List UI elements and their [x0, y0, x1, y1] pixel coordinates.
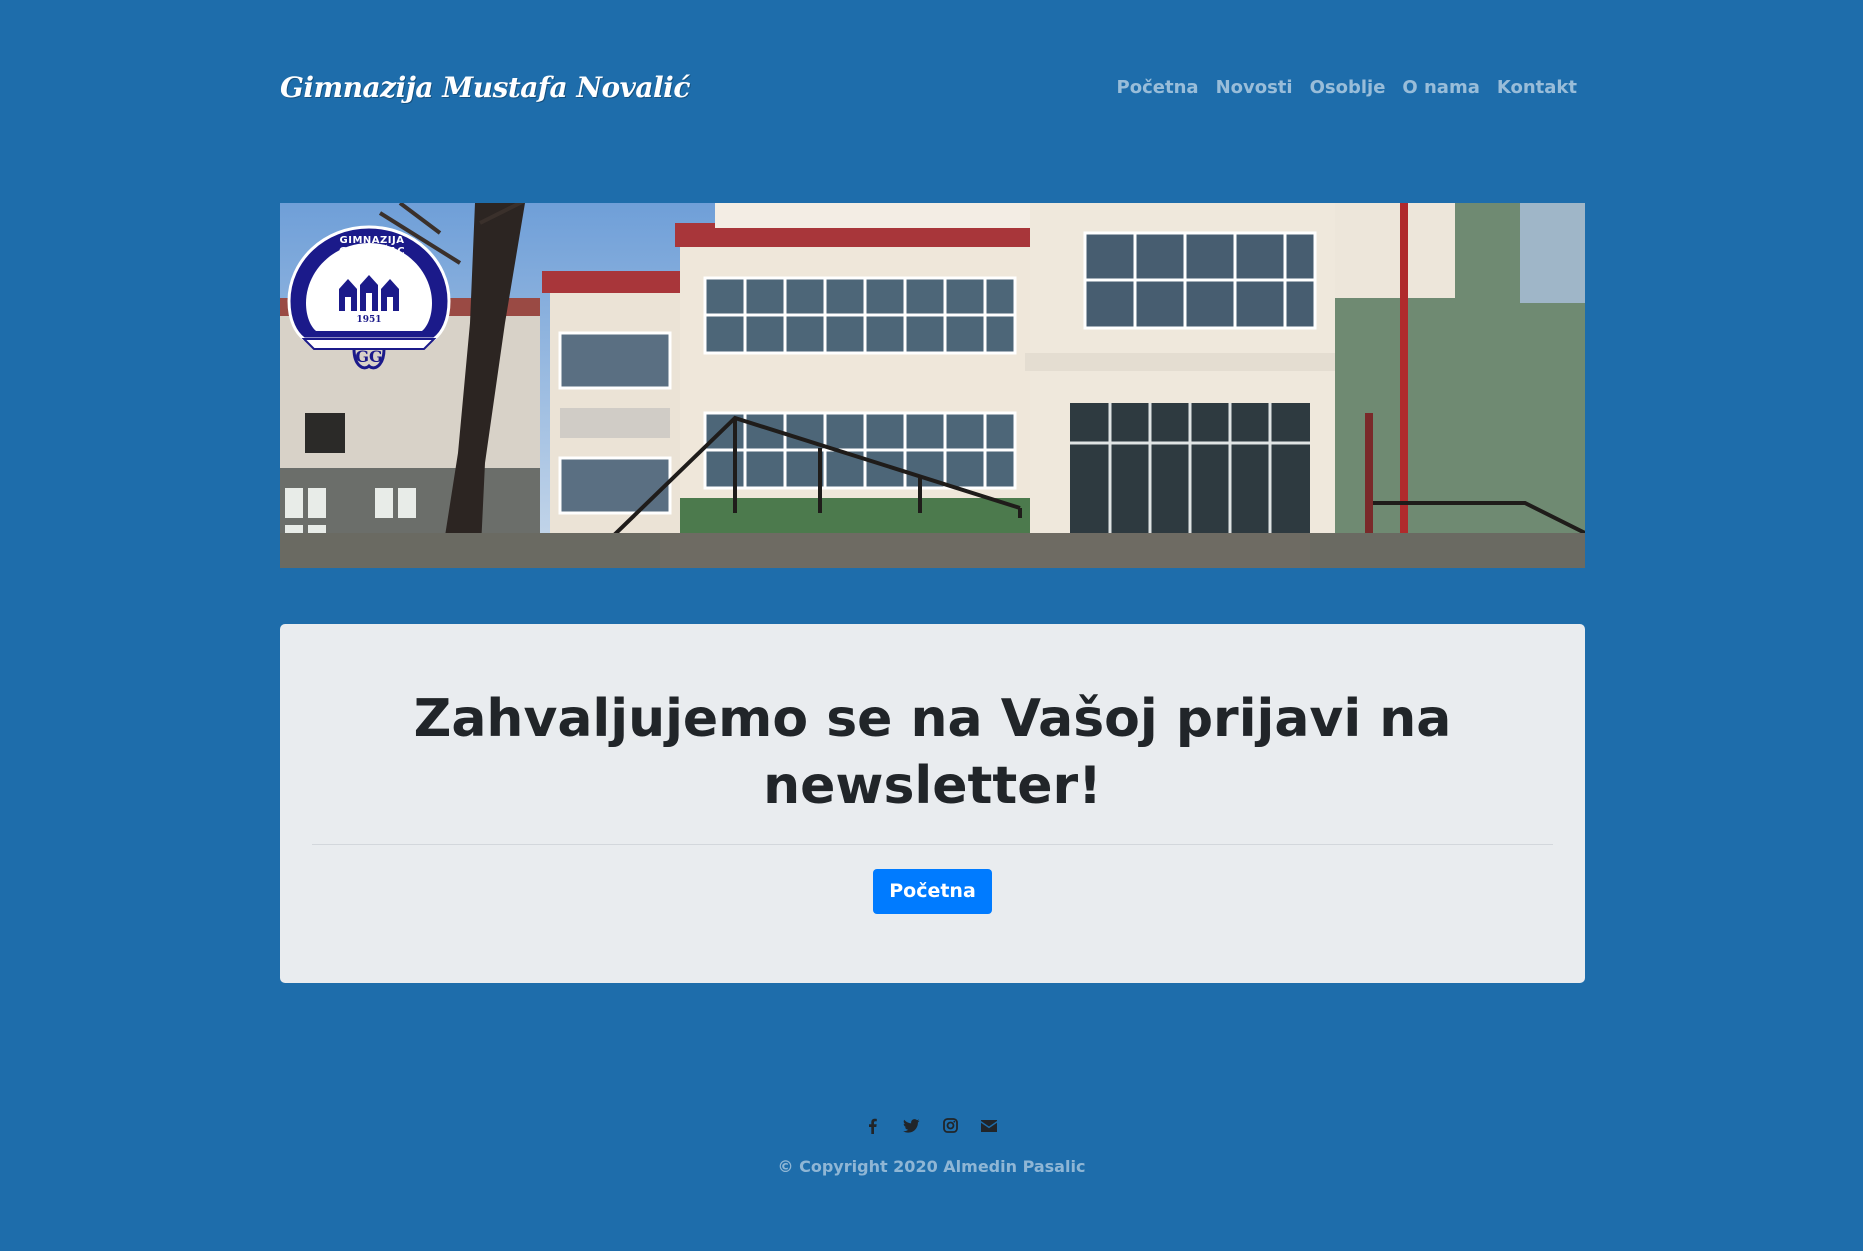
nav-item-novosti[interactable]: Novosti — [1216, 77, 1293, 98]
nav-item-osoblje[interactable]: Osoblje — [1310, 77, 1386, 98]
nav-item-pocetna[interactable]: Početna — [1117, 77, 1199, 98]
instagram-icon[interactable] — [941, 1116, 960, 1135]
facebook-icon[interactable] — [863, 1116, 882, 1135]
emblem-monogram: GG — [355, 347, 383, 366]
confirmation-heading: Zahvaljujemo se na Vašoj prijavi na news… — [413, 689, 1452, 816]
navbar: Gimnazija Mustafa Novalić Početna Novost… — [280, 62, 1582, 112]
home-button[interactable]: Početna — [873, 869, 992, 914]
school-building-illustration — [280, 203, 1585, 568]
brand-logo-text[interactable]: Gimnazija Mustafa Novalić — [280, 71, 690, 104]
emblem-year: 1951 — [356, 315, 382, 325]
school-emblem-logo: GIMNAZIJA GRADAČAC 1951 GG — [284, 221, 454, 376]
copyright-text: © Copyright 2020 Almedin Pasalic — [777, 1157, 1086, 1176]
hero-school-photo: GIMNAZIJA GRADAČAC 1951 GG — [280, 203, 1585, 568]
emblem-text: GIMNAZIJA GRADAČAC — [338, 235, 406, 257]
nav-links: Početna Novosti Osoblje O nama Kontakt — [1117, 77, 1577, 98]
twitter-icon[interactable] — [902, 1116, 921, 1135]
envelope-icon[interactable] — [980, 1116, 999, 1135]
nav-item-kontakt[interactable]: Kontakt — [1497, 77, 1577, 98]
nav-item-o-nama[interactable]: O nama — [1402, 77, 1479, 98]
divider — [312, 844, 1553, 845]
confirmation-panel: Zahvaljujemo se na Vašoj prijavi na news… — [280, 624, 1585, 983]
social-links — [0, 1116, 1862, 1135]
